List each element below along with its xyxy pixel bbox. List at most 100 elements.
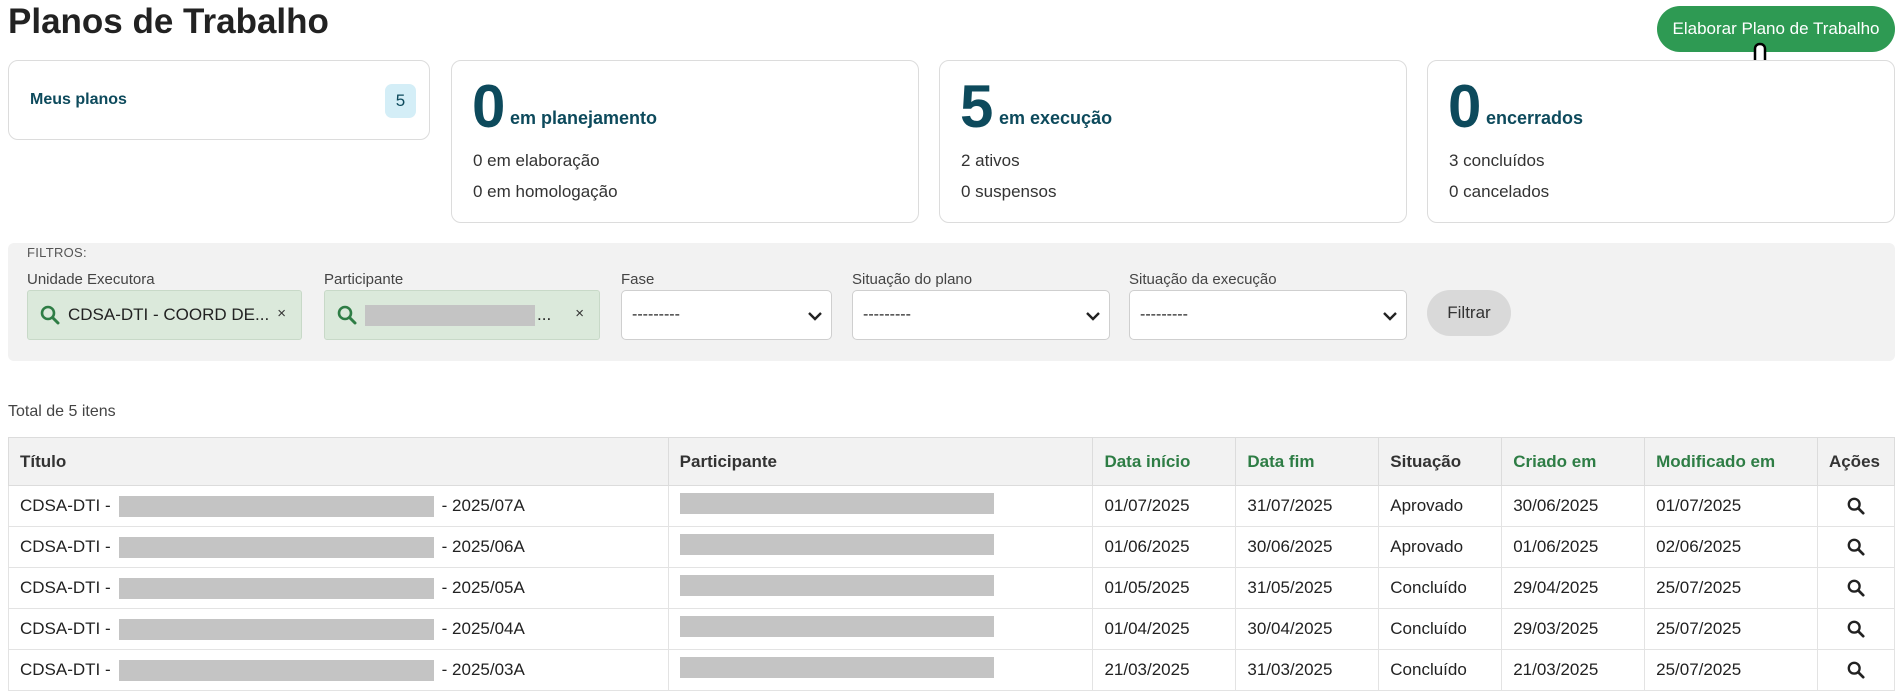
title-cell: CDSA-DTI - - 2025/07A — [8, 485, 669, 527]
end-date: 31/03/2025 — [1235, 649, 1380, 691]
participant-redacted — [679, 575, 994, 596]
participante-ellipsis: ... — [537, 305, 552, 324]
title-cell: CDSA-DTI - - 2025/05A — [8, 567, 669, 609]
participant-redacted — [679, 616, 994, 637]
fase-select[interactable]: --------- — [621, 290, 832, 340]
situacao-plano-label: Situação do plano — [852, 271, 973, 288]
start-date: 01/04/2025 — [1092, 608, 1237, 650]
situacao-execucao-select[interactable]: --------- — [1129, 290, 1407, 340]
unidade-autocomplete[interactable]: CDSA-DTI - COORD DE... × — [27, 290, 302, 340]
participante-autocomplete[interactable]: ... × — [324, 290, 600, 340]
title-redacted — [118, 495, 434, 517]
col-acoes: Ações — [1816, 437, 1896, 486]
start-date: 01/06/2025 — [1092, 526, 1237, 568]
col-titulo: Título — [8, 437, 669, 486]
table-row: CDSA-DTI - - 2025/07A 01/07/2025 31/07/2… — [8, 485, 1896, 527]
table-header-row: Título Participante Data início Data fim… — [8, 437, 1896, 486]
title-redacted — [118, 536, 434, 558]
table-row: CDSA-DTI - - 2025/04A 01/04/2025 30/04/2… — [8, 608, 1896, 650]
unidade-label: Unidade Executora — [27, 271, 155, 288]
actions-cell — [1816, 485, 1896, 527]
participant-cell — [667, 608, 1094, 650]
closed-line2: 0 cancelados — [1449, 182, 1550, 201]
modified-date: 01/07/2025 — [1644, 485, 1818, 527]
execution-label: em execução — [999, 108, 1113, 128]
planning-card[interactable]: 0 em planejamento 0 em elaboração 0 em h… — [451, 60, 919, 223]
col-data-fim[interactable]: Data fim — [1235, 437, 1380, 486]
execution-card[interactable]: 5 em execução 2 ativos 0 suspensos — [939, 60, 1407, 223]
execution-line1: 2 ativos — [961, 151, 1020, 170]
search-icon[interactable] — [1847, 620, 1865, 638]
col-situacao: Situação — [1378, 437, 1503, 486]
participante-clear-icon[interactable]: × — [575, 305, 584, 322]
participant-redacted — [679, 657, 994, 678]
title-redacted — [118, 659, 434, 681]
end-date: 31/05/2025 — [1235, 567, 1380, 609]
col-criado-em[interactable]: Criado em — [1501, 437, 1646, 486]
title-cell: CDSA-DTI - - 2025/03A — [8, 649, 669, 691]
my-plans-label: Meus planos — [30, 91, 127, 108]
title-suffix: - 2025/06A — [441, 537, 525, 556]
participant-cell — [667, 485, 1094, 527]
my-plans-card[interactable]: Meus planos 5 — [8, 60, 430, 140]
situacao-plano-select[interactable]: --------- — [852, 290, 1110, 340]
start-date: 21/03/2025 — [1092, 649, 1237, 691]
end-date: 30/04/2025 — [1235, 608, 1380, 650]
actions-cell — [1816, 649, 1896, 691]
status: Concluído — [1378, 608, 1503, 650]
search-icon[interactable] — [1847, 661, 1865, 679]
planning-line1: 0 em elaboração — [473, 151, 600, 170]
title-prefix: CDSA-DTI - — [20, 578, 111, 597]
search-icon[interactable] — [1847, 579, 1865, 597]
planning-line2: 0 em homologação — [473, 182, 618, 201]
plans-table: Título Participante Data início Data fim… — [8, 437, 1896, 691]
modified-date: 25/07/2025 — [1644, 649, 1818, 691]
total-items: Total de 5 itens — [8, 403, 116, 420]
created-date: 21/03/2025 — [1501, 649, 1646, 691]
planning-label: em planejamento — [510, 108, 658, 128]
status: Aprovado — [1378, 485, 1503, 527]
execution-count: 5 — [960, 73, 994, 140]
created-date: 29/04/2025 — [1501, 567, 1646, 609]
closed-card[interactable]: 0 encerrados 3 concluídos 0 cancelados — [1427, 60, 1895, 223]
closed-line1: 3 concluídos — [1449, 151, 1545, 170]
col-data-inicio[interactable]: Data início — [1092, 437, 1237, 486]
unidade-value: CDSA-DTI - COORD DE... — [68, 305, 270, 324]
page-title: Planos de Trabalho — [8, 2, 329, 41]
closed-count: 0 — [1448, 73, 1482, 140]
title-suffix: - 2025/07A — [441, 496, 525, 515]
status: Concluído — [1378, 649, 1503, 691]
modified-date: 25/07/2025 — [1644, 608, 1818, 650]
col-participante: Participante — [667, 437, 1094, 486]
status: Concluído — [1378, 567, 1503, 609]
chevron-down-icon — [808, 312, 822, 321]
modified-date: 02/06/2025 — [1644, 526, 1818, 568]
table-row: CDSA-DTI - - 2025/03A 21/03/2025 31/03/2… — [8, 649, 1896, 691]
created-date: 30/06/2025 — [1501, 485, 1646, 527]
participante-redacted — [365, 304, 535, 326]
chevron-down-icon — [1383, 312, 1397, 321]
participant-redacted — [679, 534, 994, 555]
search-icon — [337, 305, 357, 325]
created-date: 29/03/2025 — [1501, 608, 1646, 650]
title-prefix: CDSA-DTI - — [20, 660, 111, 679]
execution-line2: 0 suspensos — [961, 182, 1057, 201]
filter-button[interactable]: Filtrar — [1427, 290, 1511, 336]
unidade-clear-icon[interactable]: × — [277, 305, 286, 322]
modified-date: 25/07/2025 — [1644, 567, 1818, 609]
participant-cell — [667, 649, 1094, 691]
actions-cell — [1816, 526, 1896, 568]
title-suffix: - 2025/04A — [441, 619, 525, 638]
search-icon — [40, 305, 60, 325]
my-plans-count-badge: 5 — [385, 84, 416, 118]
search-icon[interactable] — [1847, 497, 1865, 515]
col-modificado-em[interactable]: Modificado em — [1644, 437, 1818, 486]
filters-panel: FILTROS: Unidade Executora CDSA-DTI - CO… — [8, 243, 1895, 361]
planning-count: 0 — [472, 73, 506, 140]
closed-label: encerrados — [1486, 108, 1584, 128]
title-suffix: - 2025/03A — [441, 660, 525, 679]
chevron-down-icon — [1086, 312, 1100, 321]
table-row: CDSA-DTI - - 2025/05A 01/05/2025 31/05/2… — [8, 567, 1896, 609]
title-prefix: CDSA-DTI - — [20, 496, 111, 515]
search-icon[interactable] — [1847, 538, 1865, 556]
